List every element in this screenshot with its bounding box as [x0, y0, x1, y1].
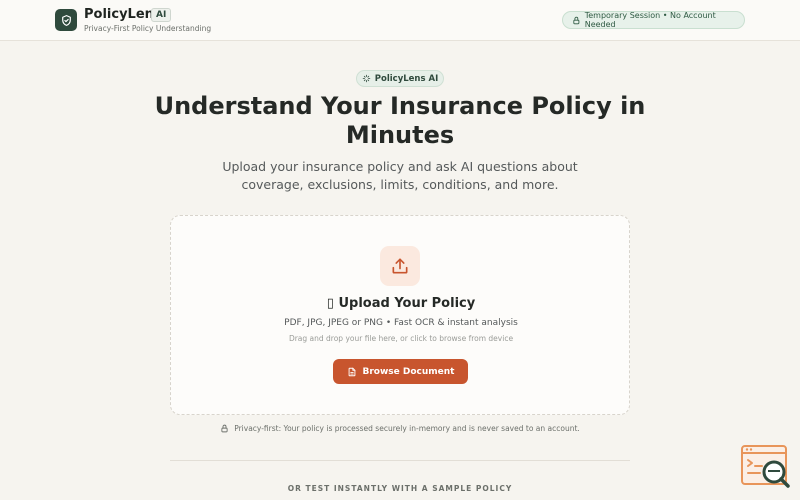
help-widget[interactable] — [740, 444, 792, 490]
logo[interactable] — [55, 9, 77, 31]
brand-name: PolicyLens — [84, 7, 162, 22]
product-badge-label: PolicyLens AI — [374, 73, 439, 84]
product-badge: PolicyLens AI — [356, 70, 444, 87]
shield-icon — [61, 14, 71, 26]
sparkle-icon — [362, 74, 371, 83]
sample-policy-heading: OR TEST INSTANTLY WITH A SAMPLE POLICY — [287, 484, 513, 493]
app-header: PolicyLens AI Privacy-First Policy Under… — [0, 0, 800, 41]
privacy-note: Privacy-first: Your policy is processed … — [170, 424, 630, 433]
session-status-text: Temporary Session • No Account Needed — [584, 11, 716, 29]
ai-badge: AI — [151, 8, 172, 22]
document-icon — [348, 367, 355, 376]
lock-icon — [221, 424, 228, 433]
upload-formats: PDF, JPG, JPEG or PNG • Fast OCR & insta… — [284, 318, 518, 328]
upload-title: ▯ Upload Your Policy — [326, 296, 476, 311]
upload-dropzone[interactable]: ▯ Upload Your Policy PDF, JPG, JPEG or P… — [170, 215, 630, 415]
section-divider — [170, 460, 630, 461]
brand-tagline: Privacy-First Policy Understanding — [84, 24, 212, 33]
session-status-badge: Temporary Session • No Account Needed — [562, 11, 745, 29]
search-chat-icon — [741, 445, 790, 488]
upload-icon — [392, 258, 408, 274]
browse-document-label: Browse Document — [362, 366, 455, 377]
page-title: Understand Your Insurance Policy in Minu… — [154, 92, 646, 149]
upload-icon-container — [380, 246, 420, 286]
page-subtitle: Upload your insurance policy and ask AI … — [222, 159, 578, 192]
upload-hint: Drag and drop your file here, or click t… — [288, 334, 514, 343]
lock-icon — [573, 16, 580, 24]
browse-document-button[interactable]: Browse Document — [333, 359, 468, 384]
privacy-note-text: Privacy-first: Your policy is processed … — [234, 424, 580, 433]
